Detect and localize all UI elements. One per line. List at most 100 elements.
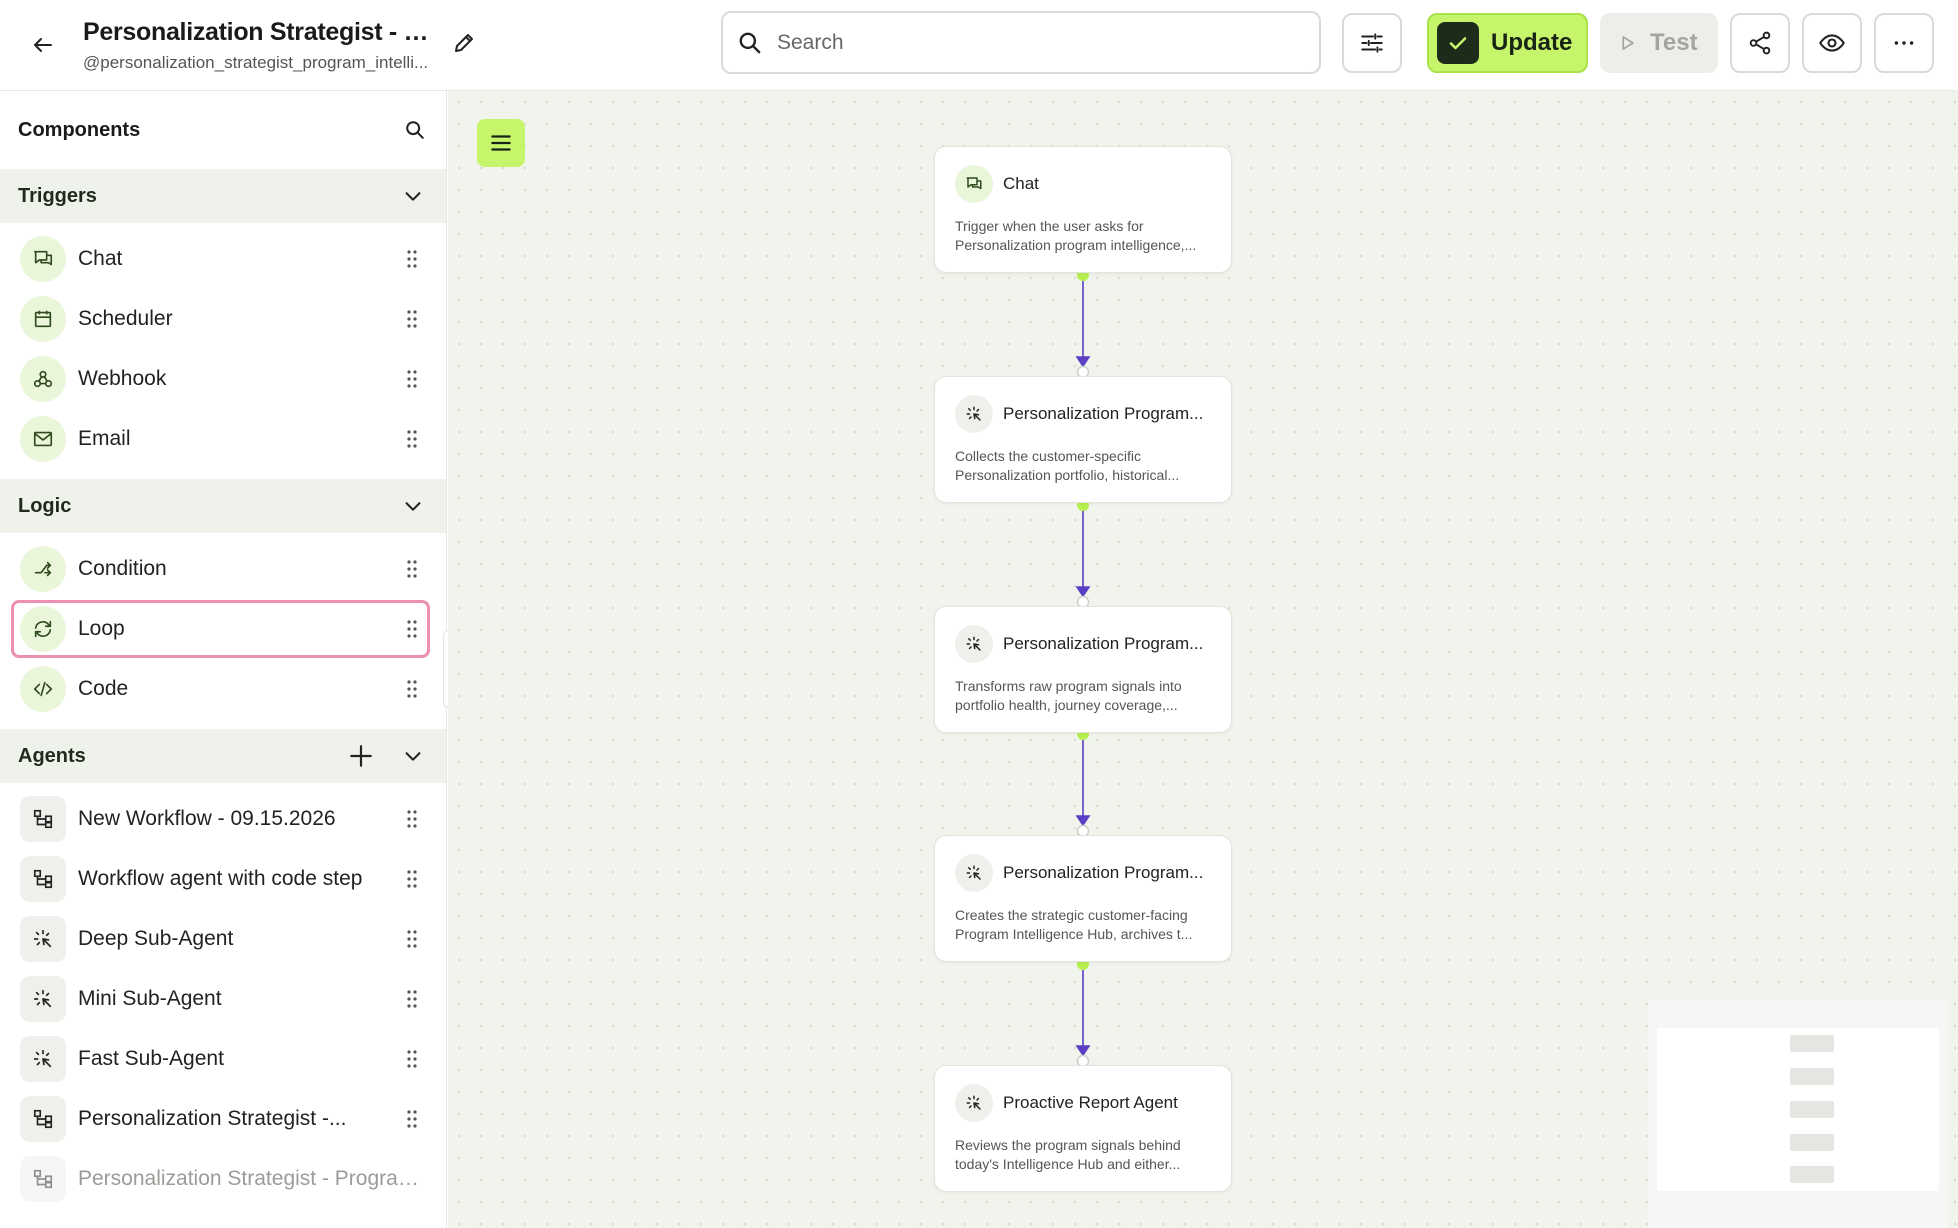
- drag-handle-icon[interactable]: [402, 807, 422, 831]
- chevron-down-icon[interactable]: [398, 181, 428, 211]
- chat-icon: [955, 165, 993, 203]
- sparkle-icon: [955, 854, 993, 892]
- workflow-icon: [20, 856, 66, 902]
- edit-title-button[interactable]: [447, 26, 481, 60]
- node-title: Chat: [1003, 174, 1039, 193]
- component-code[interactable]: Code: [0, 659, 446, 719]
- code-icon: [20, 666, 66, 712]
- node-chat-trigger[interactable]: Chat Trigger when the user asks for Pers…: [934, 146, 1232, 273]
- logic-list: Condition Loop Code: [0, 533, 446, 729]
- top-bar: Personalization Strategist - Pro... @per…: [0, 0, 1958, 91]
- item-label: Fast Sub-Agent: [78, 1047, 224, 1070]
- node-agent[interactable]: Personalization Program... Transforms ra…: [934, 606, 1232, 733]
- drag-handle-icon[interactable]: [402, 1107, 422, 1131]
- sparkle-icon: [20, 976, 66, 1022]
- update-label: Update: [1491, 29, 1573, 56]
- drag-handle-icon[interactable]: [402, 867, 422, 891]
- components-title: Components: [18, 118, 141, 141]
- drag-handle-icon[interactable]: [402, 987, 422, 1011]
- component-scheduler[interactable]: Scheduler: [0, 289, 446, 349]
- component-loop[interactable]: Loop: [0, 599, 446, 659]
- agent-item[interactable]: Fast Sub-Agent: [0, 1029, 446, 1089]
- component-email[interactable]: Email: [0, 409, 446, 469]
- chevron-down-icon[interactable]: [398, 491, 428, 521]
- minimap-node: [1790, 1068, 1834, 1085]
- sliders-icon: [1361, 33, 1383, 53]
- drag-handle-icon[interactable]: [402, 617, 422, 641]
- add-agent-button[interactable]: [346, 741, 376, 771]
- section-title: Triggers: [18, 184, 97, 207]
- branch-icon: [20, 546, 66, 592]
- drag-handle-icon[interactable]: [402, 1047, 422, 1071]
- agent-item[interactable]: Personalization Strategist - Program...: [0, 1149, 446, 1209]
- node-title: Proactive Report Agent: [1003, 1093, 1178, 1112]
- chevron-down-icon[interactable]: [398, 741, 428, 771]
- search-box[interactable]: [721, 11, 1321, 74]
- item-label: Code: [78, 677, 129, 700]
- agent-item[interactable]: Mini Sub-Agent: [0, 969, 446, 1029]
- agent-item[interactable]: New Workflow - 09.15.2026: [0, 789, 446, 849]
- item-label: Webhook: [78, 367, 167, 390]
- agents-list: New Workflow - 09.15.2026 Workflow agent…: [0, 783, 446, 1219]
- workflow-title-block: Personalization Strategist - Pro... @per…: [83, 18, 433, 73]
- minimap-node: [1790, 1101, 1834, 1118]
- menu-icon: [491, 135, 511, 151]
- components-header: Components: [0, 91, 446, 169]
- mail-icon: [20, 416, 66, 462]
- drag-handle-icon[interactable]: [402, 677, 422, 701]
- search-input[interactable]: [777, 30, 1277, 55]
- section-triggers[interactable]: Triggers: [0, 169, 446, 223]
- share-button[interactable]: [1730, 13, 1790, 73]
- agent-item[interactable]: Personalization Strategist -...: [0, 1089, 446, 1149]
- item-label: Condition: [78, 557, 167, 580]
- node-agent[interactable]: Proactive Report Agent Reviews the progr…: [934, 1065, 1232, 1192]
- back-button[interactable]: [26, 28, 60, 62]
- sparkle-icon: [955, 395, 993, 433]
- canvas-menu-button[interactable]: [477, 119, 525, 167]
- eye-icon: [1819, 34, 1845, 52]
- test-button[interactable]: Test: [1600, 13, 1718, 73]
- drag-handle-icon[interactable]: [402, 427, 422, 451]
- item-label: Mini Sub-Agent: [78, 987, 222, 1010]
- section-title: Agents: [18, 744, 86, 767]
- section-agents[interactable]: Agents: [0, 729, 446, 783]
- item-label: Workflow agent with code step: [78, 867, 363, 890]
- update-button[interactable]: Update: [1427, 13, 1588, 73]
- workflow-handle: @personalization_strategist_program_inte…: [83, 53, 429, 72]
- node-title: Personalization Program...: [1003, 634, 1204, 653]
- minimap-viewport[interactable]: [1657, 1028, 1939, 1191]
- node-agent[interactable]: Personalization Program... Creates the s…: [934, 835, 1232, 962]
- section-title: Logic: [18, 494, 72, 517]
- more-horizontal-icon: [1894, 41, 1914, 45]
- item-label: Email: [78, 427, 131, 450]
- agent-item[interactable]: Deep Sub-Agent: [0, 909, 446, 969]
- item-label: Personalization Strategist - Program...: [78, 1167, 422, 1190]
- workflow-icon: [20, 1156, 66, 1202]
- node-description: Reviews the program signals behind today…: [955, 1137, 1181, 1172]
- drag-handle-icon[interactable]: [402, 367, 422, 391]
- arrow-left-icon: [34, 38, 52, 52]
- sparkle-icon: [955, 1084, 993, 1122]
- node-agent[interactable]: Personalization Program... Collects the …: [934, 376, 1232, 503]
- component-chat[interactable]: Chat: [0, 229, 446, 289]
- drag-handle-icon[interactable]: [402, 557, 422, 581]
- component-webhook[interactable]: Webhook: [0, 349, 446, 409]
- drag-handle-icon[interactable]: [402, 927, 422, 951]
- calendar-icon: [20, 296, 66, 342]
- item-label: Scheduler: [78, 307, 173, 330]
- node-title: Personalization Program...: [1003, 863, 1204, 882]
- drag-handle-icon[interactable]: [402, 247, 422, 271]
- more-options-button[interactable]: [1874, 13, 1934, 73]
- preview-button[interactable]: [1802, 13, 1862, 73]
- section-logic[interactable]: Logic: [0, 479, 446, 533]
- item-label: Personalization Strategist -...: [78, 1107, 347, 1130]
- component-condition[interactable]: Condition: [0, 539, 446, 599]
- workflow-icon: [20, 1096, 66, 1142]
- settings-sliders-button[interactable]: [1342, 13, 1402, 73]
- drag-handle-icon[interactable]: [402, 307, 422, 331]
- agent-item[interactable]: Workflow agent with code step: [0, 849, 446, 909]
- node-description: Creates the strategic customer-facing Pr…: [955, 907, 1193, 942]
- minimap[interactable]: [1648, 1000, 1948, 1228]
- chat-icon: [20, 236, 66, 282]
- search-icon[interactable]: [404, 119, 426, 141]
